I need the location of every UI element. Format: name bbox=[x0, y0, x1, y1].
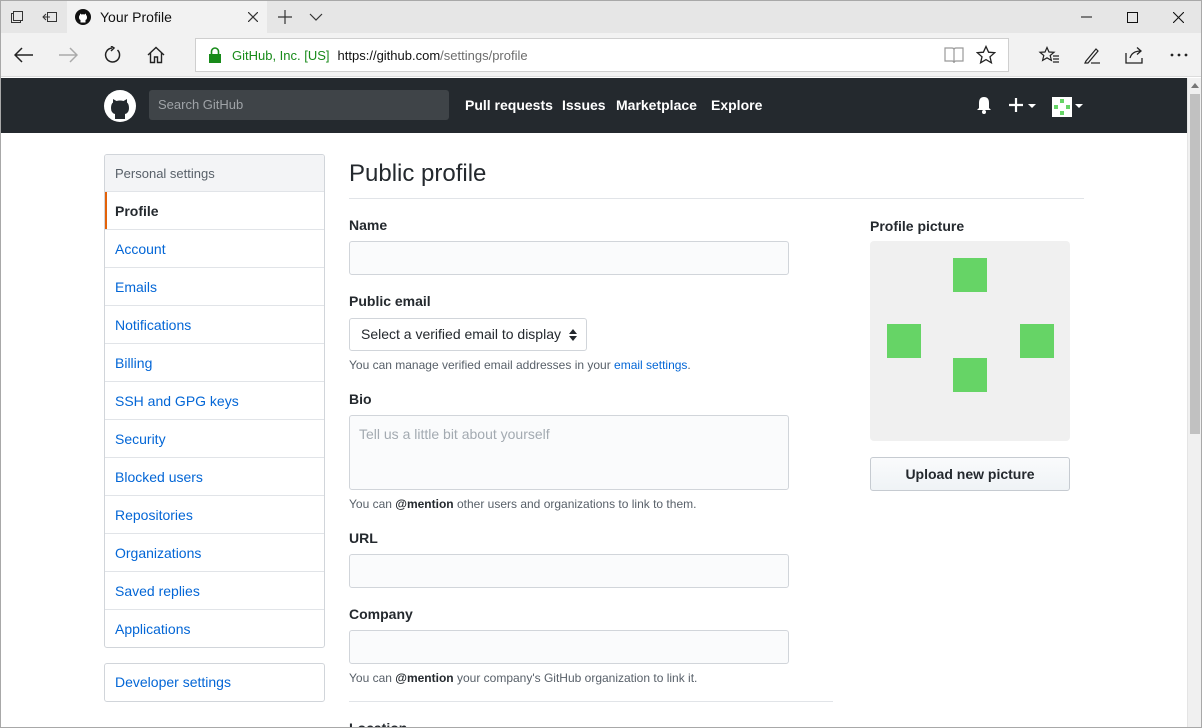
bio-note-suffix: other users and organizations to link to… bbox=[453, 497, 697, 511]
notifications-bell-icon[interactable] bbox=[976, 96, 992, 114]
nav-explore[interactable]: Explore bbox=[711, 97, 762, 113]
tab-preview-chevron-icon[interactable] bbox=[300, 1, 332, 33]
forward-icon[interactable] bbox=[50, 37, 86, 73]
tab-your-profile[interactable]: Your Profile bbox=[67, 1, 267, 33]
form-divider bbox=[349, 701, 833, 702]
sidebar-item-developer-settings[interactable]: Developer settings bbox=[104, 663, 325, 702]
company-note-prefix: You can bbox=[349, 671, 396, 685]
sidebar-item-repositories[interactable]: Repositories bbox=[105, 496, 324, 534]
identicon-block bbox=[953, 358, 987, 392]
sidebar-item-saved-replies[interactable]: Saved replies bbox=[105, 572, 324, 610]
share-icon[interactable] bbox=[1117, 37, 1153, 73]
title-divider bbox=[349, 198, 1084, 199]
github-header: Search GitHub Pull requests Issues Marke… bbox=[1, 78, 1187, 133]
url-label: URL bbox=[349, 530, 378, 546]
avatar[interactable] bbox=[1052, 97, 1072, 117]
company-note-mention: @mention bbox=[395, 671, 454, 685]
vertical-scrollbar[interactable] bbox=[1187, 78, 1201, 727]
sidebar-item-security[interactable]: Security bbox=[105, 420, 324, 458]
minimize-icon[interactable] bbox=[1063, 1, 1109, 33]
url-host: https://github.com bbox=[337, 47, 441, 63]
tab-close-icon[interactable] bbox=[239, 3, 267, 31]
sidebar-item-emails[interactable]: Emails bbox=[105, 268, 324, 306]
location-label: Location bbox=[349, 720, 408, 728]
url-input[interactable] bbox=[349, 554, 789, 588]
company-label: Company bbox=[349, 606, 413, 622]
bio-note: You can @mention other users and organiz… bbox=[349, 497, 696, 511]
create-new-plus-icon[interactable] bbox=[1009, 96, 1037, 114]
identicon-block bbox=[1020, 324, 1054, 358]
lock-icon[interactable] bbox=[208, 47, 222, 63]
public-email-selected-value: Select a verified email to display bbox=[361, 326, 561, 342]
bio-label: Bio bbox=[349, 391, 372, 407]
github-logo-icon[interactable] bbox=[103, 89, 137, 123]
scroll-up-arrow-icon[interactable] bbox=[1188, 78, 1201, 92]
sidebar-item-billing[interactable]: Billing bbox=[105, 344, 324, 382]
back-icon[interactable] bbox=[6, 37, 42, 73]
email-settings-link[interactable]: email settings bbox=[614, 358, 687, 372]
web-note-pen-icon[interactable] bbox=[1074, 37, 1110, 73]
identicon-block bbox=[953, 258, 987, 292]
nav-pull-requests[interactable]: Pull requests bbox=[465, 97, 553, 113]
select-arrows-icon bbox=[569, 329, 577, 341]
close-window-icon[interactable] bbox=[1155, 1, 1201, 33]
company-input[interactable] bbox=[349, 630, 789, 664]
name-input[interactable] bbox=[349, 241, 789, 275]
navigation-bar: GitHub, Inc. [US] https://github.com/set… bbox=[1, 33, 1201, 77]
favorite-star-icon[interactable] bbox=[976, 45, 996, 65]
site-identity[interactable]: GitHub, Inc. [US] bbox=[232, 48, 330, 63]
home-icon[interactable] bbox=[138, 37, 174, 73]
favorites-hub-icon[interactable] bbox=[1031, 37, 1067, 73]
identicon-block bbox=[887, 324, 921, 358]
sidebar-item-organizations[interactable]: Organizations bbox=[105, 534, 324, 572]
public-email-note-text: You can manage verified email addresses … bbox=[349, 358, 615, 372]
settings-sidebar: Personal settings Profile Account Emails… bbox=[104, 154, 325, 648]
bio-textarea[interactable]: Tell us a little bit about yourself bbox=[349, 415, 789, 490]
page-content: Search GitHub Pull requests Issues Marke… bbox=[1, 78, 1187, 728]
sidebar-item-account[interactable]: Account bbox=[105, 230, 324, 268]
upload-new-picture-button[interactable]: Upload new picture bbox=[870, 457, 1070, 491]
sidebar-item-blocked-users[interactable]: Blocked users bbox=[105, 458, 324, 496]
address-bar[interactable]: GitHub, Inc. [US] https://github.com/set… bbox=[195, 38, 1009, 72]
sidebar-item-applications[interactable]: Applications bbox=[105, 610, 324, 647]
page-title: Public profile bbox=[349, 160, 487, 187]
refresh-icon[interactable] bbox=[94, 37, 130, 73]
nav-issues[interactable]: Issues bbox=[562, 97, 606, 113]
public-email-select[interactable]: Select a verified email to display bbox=[349, 318, 587, 351]
name-label: Name bbox=[349, 217, 388, 233]
set-aside-tabs-icon[interactable] bbox=[34, 1, 66, 33]
company-note: You can @mention your company's GitHub o… bbox=[349, 671, 697, 685]
search-input[interactable]: Search GitHub bbox=[149, 90, 449, 120]
tab-title: Your Profile bbox=[100, 9, 172, 25]
url-path: /settings/profile bbox=[440, 47, 528, 63]
bio-note-mention: @mention bbox=[395, 497, 454, 511]
public-email-label: Public email bbox=[349, 293, 431, 309]
github-favicon-icon bbox=[75, 9, 91, 25]
browser-window: Your Profile GitHub, Inc. [US] https://g… bbox=[0, 0, 1202, 728]
tab-manager-icon[interactable] bbox=[1, 1, 33, 33]
title-bar: Your Profile bbox=[1, 1, 1201, 33]
avatar-dropdown-caret-icon[interactable] bbox=[1075, 96, 1083, 114]
sidebar-heading: Personal settings bbox=[105, 155, 324, 192]
nav-marketplace[interactable]: Marketplace bbox=[616, 97, 697, 113]
more-ellipsis-icon[interactable] bbox=[1161, 37, 1197, 73]
sidebar-item-ssh-gpg-keys[interactable]: SSH and GPG keys bbox=[105, 382, 324, 420]
profile-picture-label: Profile picture bbox=[870, 218, 965, 234]
scrollbar-thumb[interactable] bbox=[1190, 94, 1200, 434]
company-note-suffix: your company's GitHub organization to li… bbox=[453, 671, 698, 685]
public-email-note-suffix: . bbox=[687, 358, 691, 372]
profile-picture-identicon bbox=[870, 241, 1070, 441]
bio-note-prefix: You can bbox=[349, 497, 396, 511]
public-email-note: You can manage verified email addresses … bbox=[349, 358, 691, 372]
maximize-icon[interactable] bbox=[1109, 1, 1155, 33]
sidebar-item-profile[interactable]: Profile bbox=[105, 192, 324, 230]
new-tab-icon[interactable] bbox=[269, 1, 301, 33]
reading-view-icon[interactable] bbox=[944, 46, 964, 64]
sidebar-item-notifications[interactable]: Notifications bbox=[105, 306, 324, 344]
